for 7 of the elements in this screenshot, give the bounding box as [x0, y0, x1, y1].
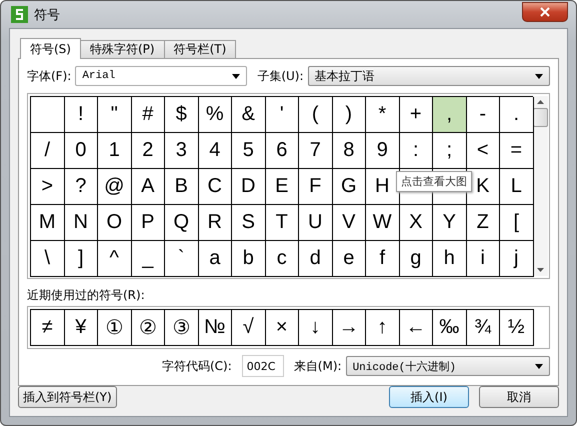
tooltip: 点击查看大图 [396, 171, 472, 192]
subset-label: 子集(U): [257, 68, 304, 84]
char-code-label: 字符代码(C): [162, 358, 232, 374]
font-label: 字体(F): [27, 68, 72, 84]
recent-symbols-label: 近期使用过的符号(R): [27, 287, 146, 304]
from-label: 来自(M): [294, 358, 342, 374]
window-title: 符号 [34, 6, 60, 24]
